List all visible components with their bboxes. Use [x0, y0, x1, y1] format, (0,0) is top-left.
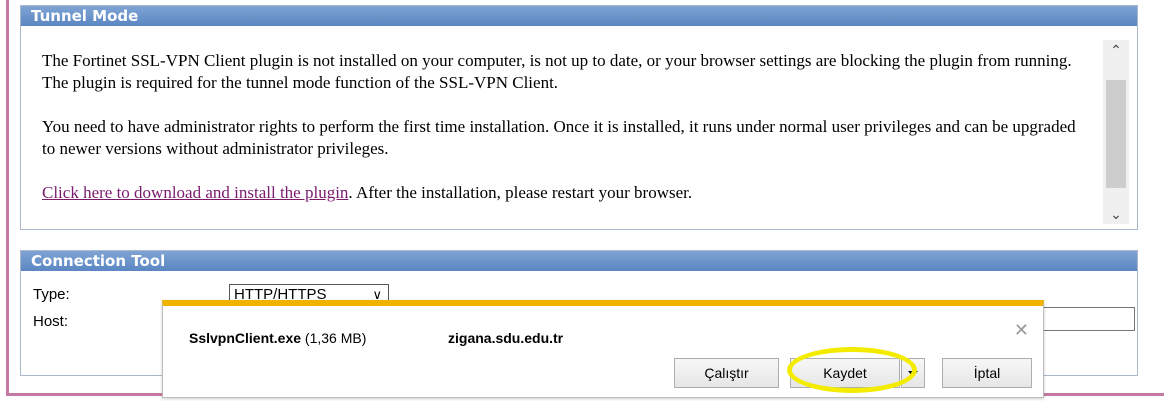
tunnel-mode-panel: Tunnel Mode The Fortinet SSL-VPN Client … — [20, 5, 1138, 230]
tunnel-mode-body: The Fortinet SSL-VPN Client plugin is no… — [21, 26, 1137, 229]
host-input[interactable] — [1039, 307, 1135, 331]
download-file-info: SslvpnClient.exe (1,36 MB) — [189, 330, 366, 346]
save-button[interactable]: Kaydet — [790, 358, 900, 388]
cancel-button[interactable]: İptal — [942, 358, 1032, 388]
restart-instruction: . After the installation, please restart… — [348, 183, 693, 202]
download-plugin-link[interactable]: Click here to download and install the p… — [42, 183, 348, 202]
type-label: Type: — [33, 286, 70, 303]
plugin-info-paragraph: The Fortinet SSL-VPN Client plugin is no… — [42, 51, 1072, 92]
scroll-thumb[interactable] — [1106, 80, 1126, 188]
download-instruction: Click here to download and install the p… — [42, 182, 1082, 204]
download-file-name: SslvpnClient.exe — [189, 330, 302, 346]
download-notification-bar: SslvpnClient.exe (1,36 MB) zigana.sdu.ed… — [162, 300, 1044, 398]
page-frame-left — [6, 0, 9, 396]
dropdown-arrow-icon — [908, 371, 918, 378]
scroll-down-icon[interactable]: ⌄ — [1103, 204, 1129, 224]
scroll-up-icon[interactable]: ⌃ — [1103, 40, 1129, 60]
connection-tool-header: Connection Tool — [21, 251, 1137, 271]
download-source: zigana.sdu.edu.tr — [448, 330, 564, 346]
tunnel-mode-text: The Fortinet SSL-VPN Client plugin is no… — [42, 50, 1082, 226]
host-label: Host: — [33, 313, 69, 330]
download-file-size: (1,36 MB) — [301, 330, 367, 346]
save-options-button[interactable] — [901, 358, 925, 388]
run-button[interactable]: Çalıştır — [674, 358, 779, 388]
tunnel-scrollbar[interactable]: ⌃ ⌄ — [1103, 40, 1129, 224]
close-icon[interactable]: ✕ — [1014, 320, 1029, 341]
admin-rights-paragraph: You need to have administrator rights to… — [42, 117, 1076, 158]
tunnel-mode-header: Tunnel Mode — [21, 6, 1137, 26]
